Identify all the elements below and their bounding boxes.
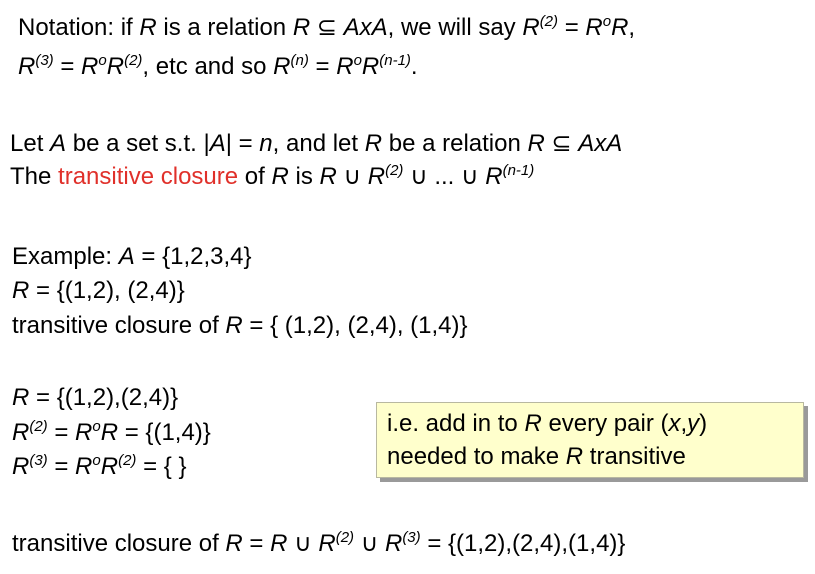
note-line-2: needed to make R transitive — [387, 443, 686, 470]
computation-line-2: R(2) = RoR = {(1,4)} — [12, 418, 211, 446]
note-line-1: i.e. add in to R every pair (x,y) — [387, 410, 708, 437]
example-line-1: Example: A = {1,2,3,4} — [12, 243, 252, 270]
transitive-closure-term: transitive closure — [58, 163, 239, 190]
note-box: i.e. add in to R every pair (x,y) needed… — [376, 402, 804, 478]
computation-line-1: R = {(1,2),(2,4)} — [12, 384, 179, 411]
notation-line-2: R(3) = RoR(2), etc and so R(n) = RoR(n-1… — [18, 52, 418, 80]
example-line-3: transitive closure of R = { (1,2), (2,4)… — [12, 312, 468, 339]
definition-line-1: Let A be a set s.t. |A| = n, and let R b… — [10, 130, 623, 157]
example-line-2: R = {(1,2), (2,4)} — [12, 277, 185, 304]
computation-line-3: R(3) = RoR(2) = { } — [12, 452, 187, 480]
notation-line-1: Notation: if R is a relation R ⊆ AxA, we… — [18, 13, 636, 41]
definition-line-2: The transitive closure of R is R ∪ R(2) … — [10, 162, 535, 190]
result-line: transitive closure of R = R ∪ R(2) ∪ R(3… — [12, 529, 626, 557]
